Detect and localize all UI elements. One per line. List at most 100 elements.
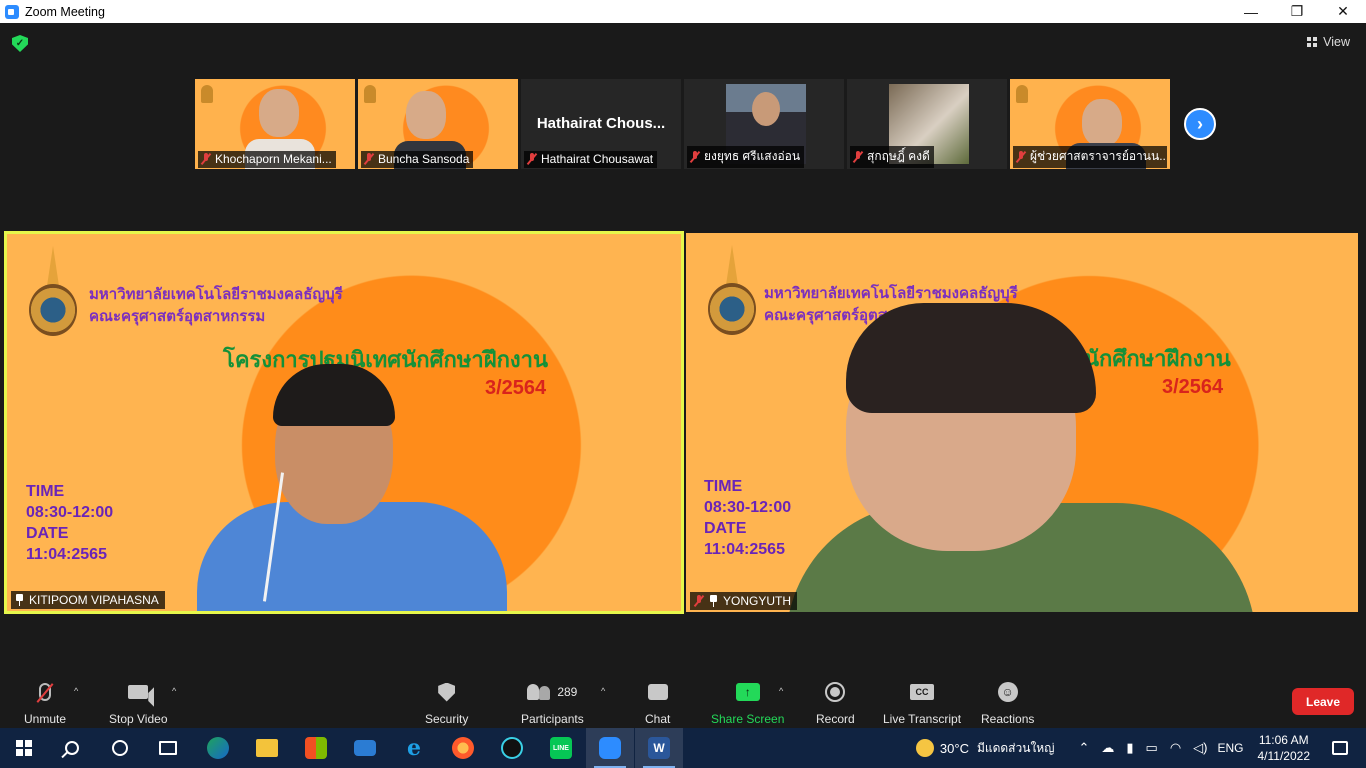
search-icon: [65, 741, 79, 755]
smiley-reaction-icon: ☺: [997, 682, 1018, 702]
participant-thumbnail[interactable]: ผู้ช่วยศาสตราจารย์อานน...: [1010, 79, 1170, 169]
active-speaker-video-tile[interactable]: มหาวิทยาลัยเทคโนโลยีราชมงคลธัญบุรี คณะคร…: [4, 231, 684, 614]
clock-time: 11:06 AM: [1258, 733, 1309, 747]
participant-face: [406, 91, 446, 139]
participants-button[interactable]: 289 Participants: [521, 680, 584, 726]
participant-thumbnail[interactable]: สุกฤษฎิ์ คงดี: [847, 79, 1007, 169]
leave-button[interactable]: Leave: [1292, 688, 1354, 715]
mic-muted-icon: [201, 153, 211, 165]
system-clock[interactable]: 11:06 AM 4/11/2022: [1258, 732, 1311, 764]
clock-date: 4/11/2022: [1257, 749, 1311, 763]
time-label: TIME: [26, 483, 65, 500]
university-emblem-icon: [704, 245, 760, 341]
video-camera-icon: [128, 685, 149, 699]
stop-video-button[interactable]: Stop Video: [109, 680, 168, 726]
participant-name: KITIPOOM VIPAHASNA: [29, 593, 159, 607]
video-options-caret-icon[interactable]: ^: [172, 686, 176, 696]
chat-button[interactable]: Chat: [645, 680, 670, 726]
reactions-button[interactable]: ☺ Reactions: [981, 680, 1034, 726]
taskbar-app-edge-dev[interactable]: [194, 728, 242, 768]
weather-temperature[interactable]: 30°C: [940, 741, 969, 756]
record-icon: [825, 682, 846, 702]
search-button[interactable]: [48, 728, 96, 768]
security-shield-icon: [438, 682, 456, 702]
taskbar-app-store[interactable]: [292, 728, 340, 768]
speaker-volume-icon[interactable]: ◁): [1193, 740, 1207, 756]
window-title: Zoom Meeting: [25, 4, 105, 19]
taskbar-app-zoom[interactable]: [586, 728, 634, 768]
meeting-area: ✓ View Khochaporn Mekani... Buncha Sanso…: [0, 23, 1366, 728]
share-options-caret-icon[interactable]: ^: [779, 686, 783, 696]
participant-video-tile[interactable]: มหาวิทยาลัยเทคโนโลยีราชมงคลธัญบุรี คณะคร…: [686, 233, 1358, 612]
participant-name: ผู้ช่วยศาสตราจารย์อานน...: [1030, 149, 1167, 163]
live-transcript-button[interactable]: CC Live Transcript: [883, 680, 961, 726]
audio-options-caret-icon[interactable]: ^: [74, 686, 78, 696]
participant-count: 289: [557, 685, 578, 699]
webex-icon: [501, 737, 523, 759]
task-view-button[interactable]: [144, 728, 192, 768]
task-view-icon: [159, 741, 177, 755]
slide-project-title: โครงการปฐมนิเทศนักศึกษาฝึกงาน: [223, 347, 549, 372]
participant-thumbnail[interactable]: ยงยุทธ ศรีแสงอ่อน: [684, 79, 844, 169]
minimize-button[interactable]: —: [1228, 0, 1274, 23]
encryption-shield-icon[interactable]: ✓: [12, 35, 28, 52]
participant-name-tag: YONGYUTH: [690, 592, 798, 610]
start-button[interactable]: [0, 728, 48, 768]
date-label: DATE: [704, 520, 747, 537]
weather-sun-icon[interactable]: [915, 739, 934, 757]
taskbar-app-word[interactable]: W: [635, 728, 683, 768]
date-value: 11:04:2565: [704, 541, 785, 558]
pin-icon: [15, 594, 24, 606]
participant-thumbnail[interactable]: Buncha Sansoda: [358, 79, 518, 169]
participant-name: Buncha Sansoda: [378, 152, 470, 166]
participant-name-tag: ยงยุทธ ศรีแสงอ่อน: [687, 146, 805, 168]
participant-name-tag: Khochaporn Mekani...: [198, 151, 336, 168]
slide-term: 3/2564: [485, 377, 547, 399]
close-button[interactable]: ✕: [1320, 0, 1366, 23]
mic-muted-icon: [364, 153, 374, 165]
mic-muted-icon: [690, 150, 700, 163]
participant-thumbnail[interactable]: Khochaporn Mekani...: [195, 79, 355, 169]
microphone-icon[interactable]: ▮: [1126, 740, 1133, 756]
taskbar-app-firefox[interactable]: [439, 728, 487, 768]
stop-video-label: Stop Video: [109, 712, 168, 726]
live-transcript-label: Live Transcript: [883, 712, 962, 726]
participants-options-caret-icon[interactable]: ^: [601, 686, 605, 696]
taskbar-app-line[interactable]: LINE: [537, 728, 585, 768]
participant-name-tag: KITIPOOM VIPAHASNA: [11, 591, 165, 609]
slide-faculty: คณะครุศาสตร์อุตสาหกรรม: [89, 308, 266, 325]
maximize-button[interactable]: ❐: [1274, 0, 1320, 23]
edge-browser-icon: [207, 737, 229, 759]
closed-caption-icon: CC: [910, 684, 935, 700]
unmute-button[interactable]: Unmute: [24, 680, 66, 726]
taskbar-app-file-explorer[interactable]: [243, 728, 291, 768]
taskbar-app-ie[interactable]: e: [390, 728, 438, 768]
record-button[interactable]: Record: [816, 680, 855, 726]
security-button[interactable]: Security: [425, 680, 468, 726]
input-language-indicator[interactable]: ENG: [1217, 741, 1243, 755]
wifi-icon[interactable]: ◠: [1170, 740, 1181, 756]
cortana-button[interactable]: [96, 728, 144, 768]
zoom-app-icon: [5, 4, 19, 19]
mic-muted-icon: [527, 153, 537, 165]
chat-bubble-icon: [647, 684, 668, 700]
participant-thumbnail[interactable]: Hathairat Chous... Hathairat Chousawat: [521, 79, 681, 169]
cortana-icon: [112, 740, 128, 756]
time-label: TIME: [704, 478, 743, 495]
onedrive-cloud-icon[interactable]: ☁: [1101, 740, 1114, 756]
view-button[interactable]: View: [1307, 35, 1350, 49]
share-screen-button[interactable]: ↑ Share Screen: [711, 680, 784, 726]
meeting-controls-toolbar: Unmute ^ Stop Video ^ Security 289 Parti…: [0, 676, 1366, 728]
university-logo-icon: [1016, 85, 1028, 103]
next-page-chevron-icon[interactable]: ›: [1184, 108, 1216, 140]
battery-icon[interactable]: ▭: [1146, 740, 1158, 756]
notification-center-icon[interactable]: [1332, 741, 1348, 755]
zoom-app-icon: [599, 737, 621, 759]
taskbar-app-webex[interactable]: [488, 728, 536, 768]
participant-name: Khochaporn Mekani...: [215, 152, 332, 166]
taskbar-app-mail[interactable]: [341, 728, 389, 768]
weather-description[interactable]: มีแดดส่วนใหญ่: [977, 739, 1055, 758]
university-emblem-icon: [25, 246, 81, 342]
show-hidden-icons-chevron-icon[interactable]: ⌃: [1078, 740, 1089, 756]
share-screen-label: Share Screen: [711, 712, 785, 726]
